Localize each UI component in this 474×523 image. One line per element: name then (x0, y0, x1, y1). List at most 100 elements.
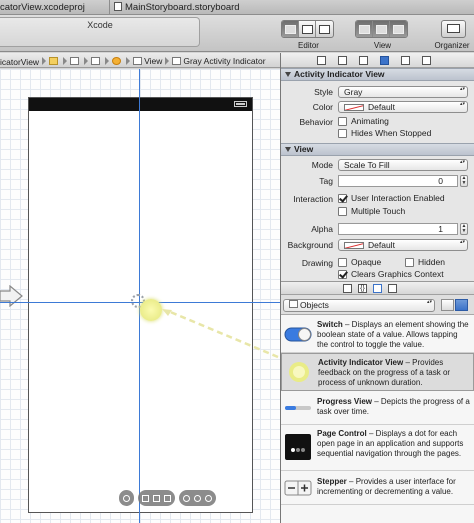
stepper-icon (284, 480, 312, 496)
quick-help-tab[interactable] (338, 56, 347, 65)
scene-zoom-button[interactable] (119, 490, 134, 506)
activity-indicator-section-header[interactable]: Activity Indicator View (281, 68, 474, 81)
animating-label: Animating (351, 116, 389, 126)
activity-viewer: Xcode (0, 17, 200, 47)
jumpbar-item-scene[interactable] (91, 53, 102, 67)
checkbox-checked (338, 269, 347, 279)
library-item-description: Switch – Displays an element showing the… (317, 320, 470, 350)
view-label: View (373, 41, 392, 50)
code-snippet-library-tab[interactable]: {} (358, 284, 367, 293)
hides-when-stopped-checkbox[interactable]: Hides When Stopped (338, 128, 431, 138)
icon-view-toggle[interactable] (441, 299, 454, 311)
list-view-toggle[interactable] (455, 299, 468, 311)
color-swatch (344, 104, 364, 111)
section-title: Activity Indicator View (294, 69, 385, 79)
chevron-right-icon (126, 56, 131, 65)
jumpbar-item-indicator[interactable]: Gray Activity Indicator (172, 53, 266, 67)
chevron-right-icon (42, 56, 47, 65)
hidden-checkbox[interactable]: Hidden (405, 257, 445, 267)
standard-editor-button[interactable] (282, 21, 299, 37)
version-editor-icon (319, 24, 330, 34)
hides-when-stopped-label: Hides When Stopped (351, 128, 432, 138)
tag-stepper[interactable]: ▲ ▼ (460, 175, 468, 187)
library-category-popup[interactable]: Objects (283, 299, 435, 312)
interaction-label: Interaction (293, 194, 333, 204)
alpha-field[interactable]: 1 (338, 223, 458, 235)
library-item-description: Activity Indicator View – Provides feedb… (318, 358, 469, 388)
jumpbar-item-controller[interactable] (112, 53, 123, 67)
storyboard-file-icon (70, 56, 80, 65)
organizer-button[interactable] (441, 20, 466, 38)
object-library-tab[interactable] (373, 284, 382, 293)
library-item-title: Page Control (317, 429, 367, 438)
jumpbar-item-view[interactable]: View (133, 53, 162, 67)
color-popup[interactable]: Default (338, 101, 468, 113)
objects-category-icon (289, 300, 298, 308)
zoom-buttons[interactable] (179, 490, 216, 506)
animating-checkbox[interactable]: Animating (338, 116, 389, 126)
connections-inspector-tab[interactable] (422, 56, 431, 65)
tag-field[interactable]: 0 (338, 175, 458, 187)
multiple-touch-checkbox[interactable]: Multiple Touch (338, 206, 405, 216)
tab-storyboard-label: MainStoryboard.storyboard (125, 2, 240, 13)
utilities-icon (393, 24, 404, 34)
jumpbar-item-storyboard[interactable] (70, 53, 81, 67)
zoom-in-icon (205, 494, 212, 502)
file-inspector-tab[interactable] (317, 56, 326, 65)
clears-graphics-context-checkbox[interactable]: Clears Graphics Context (338, 269, 444, 279)
jump-bar: icatorView View Gray Activity Indicator (0, 53, 280, 68)
view-icon (133, 56, 143, 65)
editor-segmented-control (281, 20, 334, 38)
view-controller-icon (112, 56, 122, 65)
dragged-activity-indicator[interactable] (140, 299, 162, 321)
alpha-value: 1 (438, 224, 443, 234)
pin-icon (153, 494, 160, 502)
navigator-toggle-button[interactable] (356, 21, 373, 37)
tab-project-label: catorView.xcodeproj (0, 2, 85, 13)
assistant-editor-button[interactable] (299, 21, 316, 37)
identity-inspector-tab[interactable] (359, 56, 368, 65)
align-icon (142, 494, 149, 502)
jumpbar-item-folder[interactable] (49, 53, 60, 67)
file-template-library-tab[interactable] (343, 284, 352, 293)
style-label: Style (314, 87, 333, 97)
attributes-inspector-tab[interactable] (380, 56, 389, 65)
checkbox-unchecked (338, 116, 347, 126)
library-item-page-control[interactable]: Page Control – Displays a dot for each o… (281, 425, 474, 471)
tab-storyboard[interactable]: MainStoryboard.storyboard (109, 0, 279, 15)
library-item-stepper[interactable]: Stepper – Provides a user interface for … (281, 471, 474, 505)
mode-popup[interactable]: Scale To Fill (338, 159, 468, 171)
storyboard-canvas[interactable] (0, 69, 280, 523)
activity-indicator-icon (172, 56, 182, 65)
style-popup[interactable]: Gray (338, 86, 468, 98)
activity-indicator-icon (289, 362, 309, 382)
view-section-header[interactable]: View (281, 143, 474, 156)
version-editor-button[interactable] (316, 21, 333, 37)
page-control-icon (285, 434, 311, 460)
media-library-tab[interactable] (388, 284, 397, 293)
chevron-right-icon (84, 56, 89, 65)
library-item-progress-view[interactable]: Progress View – Depicts the progress of … (281, 391, 474, 425)
section-title: View (294, 144, 314, 154)
zoom-controls (119, 490, 216, 506)
multiple-touch-label: Multiple Touch (351, 206, 406, 216)
layout-buttons[interactable] (138, 490, 175, 506)
battery-icon (234, 101, 247, 107)
debug-area-toggle-button[interactable] (373, 21, 390, 37)
user-interaction-checkbox[interactable]: User Interaction Enabled (338, 193, 445, 203)
background-popup[interactable]: Default (338, 239, 468, 251)
style-value: Gray (344, 87, 363, 97)
tab-project[interactable]: catorView.xcodeproj (0, 0, 108, 15)
alpha-label: Alpha (311, 224, 333, 234)
zoom-out-icon (183, 494, 190, 502)
library-item-switch[interactable]: Switch – Displays an element showing the… (281, 315, 474, 353)
jumpbar-item-project[interactable]: icatorView (0, 54, 39, 67)
alpha-stepper[interactable]: ▲ ▼ (460, 223, 468, 235)
switch-icon (284, 327, 312, 342)
library-item-activity-indicator[interactable]: Activity Indicator View – Provides feedb… (281, 353, 474, 391)
color-label: Color (312, 102, 333, 112)
opaque-checkbox[interactable]: Opaque (338, 257, 381, 267)
organizer-label: Organizer (434, 41, 470, 50)
utilities-toggle-button[interactable] (390, 21, 407, 37)
size-inspector-tab[interactable] (401, 56, 410, 65)
